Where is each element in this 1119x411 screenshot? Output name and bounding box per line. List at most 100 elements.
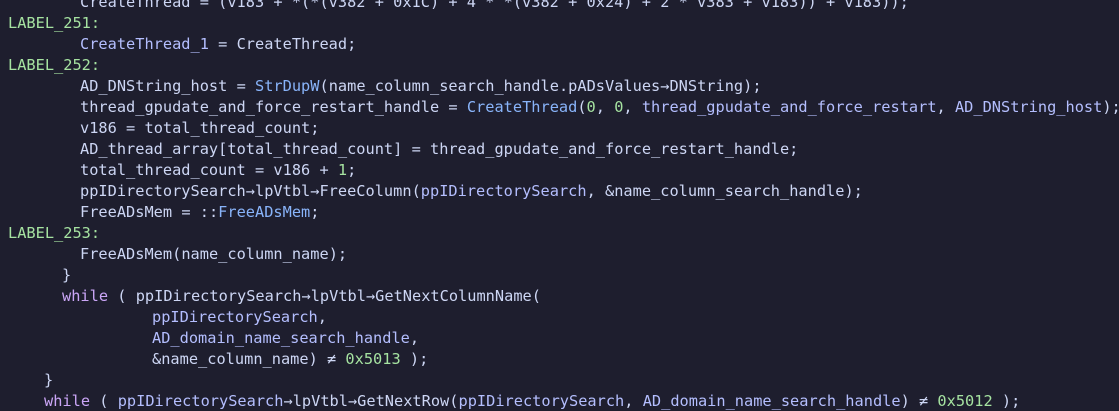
code-token-var: CreateThread_1 — [80, 35, 209, 53]
code-token-kw: while — [62, 287, 109, 305]
code-token-id: total_thread_count — [144, 119, 311, 137]
code-line[interactable]: AD_DNString_host = StrDupW(name_column_s… — [80, 76, 762, 97]
code-token-op: ; — [310, 119, 320, 137]
code-line[interactable]: ppIDirectorySearch, — [152, 307, 327, 328]
code-token-op: , — [624, 392, 643, 410]
code-line[interactable]: while ( ppIDirectorySearch→lpVtbl→GetNex… — [44, 391, 1020, 411]
code-token-var: AD_domain_name_search_handle — [642, 392, 901, 410]
code-token-op: ; — [310, 203, 320, 221]
code-line[interactable]: ppIDirectorySearch→lpVtbl→FreeColumn(ppI… — [80, 181, 863, 202]
code-token-op: →lpVtbl→ — [283, 392, 358, 410]
code-line[interactable]: FreeADsMem(name_column_name); — [80, 244, 347, 265]
code-token-op: ); — [328, 245, 348, 263]
code-token-op: ] = — [393, 140, 430, 158]
code-line[interactable]: CreateThread_1 = CreateThread; — [80, 34, 356, 55]
code-line[interactable]: &name_column_name) ≠ 0x5013 ); — [152, 349, 428, 370]
code-line[interactable]: AD_thread_array[total_thread_count] = th… — [80, 139, 798, 160]
code-token-kw: while — [44, 392, 91, 410]
code-token-op: ); — [844, 182, 863, 200]
code-line[interactable]: FreeADsMem = ::FreeADsMem; — [80, 202, 320, 223]
code-token-op: ; — [789, 140, 799, 158]
code-token-num: 0x5013 — [345, 350, 401, 368]
code-token-var: thread_gpudate_and_force_restart — [641, 98, 937, 116]
code-token-op: , & — [586, 182, 615, 200]
code-token-num: 0 — [586, 98, 596, 116]
code-token-op: = — [227, 77, 255, 95]
code-token-op: .pADsValues→DNString); — [558, 77, 762, 95]
code-token-op: →lpVtbl→ — [301, 287, 376, 305]
code-line[interactable]: } — [44, 370, 53, 391]
code-line[interactable]: LABEL_252: — [8, 55, 100, 76]
code-token-id: v186 — [80, 119, 117, 137]
code-token-op: →lpVtbl→ — [245, 182, 320, 200]
code-token-fn: StrDupW — [255, 77, 320, 95]
code-token-id: FreeADsMem — [80, 203, 173, 221]
code-token-op: = — [245, 161, 274, 179]
code-token-id: GetNextRow — [357, 392, 450, 410]
code-token-op: } — [44, 371, 54, 389]
code-token-op: = :: — [172, 203, 219, 221]
code-token-id: total_thread_count — [227, 140, 394, 158]
code-token-op: ); — [400, 350, 429, 368]
code-token-op: ( — [449, 392, 459, 410]
code-token-id: name_column_search_handle — [328, 77, 559, 95]
code-line[interactable]: while ( ppIDirectorySearch→lpVtbl→GetNex… — [62, 286, 541, 307]
code-token-op: ; — [347, 161, 357, 179]
code-token-id: thread_gpudate_and_force_restart_handle — [80, 98, 440, 116]
code-token-op: ( — [577, 98, 587, 116]
code-token-op: = — [208, 35, 237, 53]
code-token-var: ppIDirectorySearch — [152, 308, 318, 326]
code-token-id: CreateThread — [236, 35, 348, 53]
code-token-fn: FreeADsMem — [218, 203, 311, 221]
code-line[interactable]: LABEL_253: — [8, 223, 100, 244]
code-token-id: AD_thread_array — [80, 140, 219, 158]
code-token-op: ( — [411, 182, 421, 200]
code-token-op: [ — [218, 140, 228, 158]
code-token-op: , — [936, 98, 955, 116]
code-token-op: ) ≠ — [900, 392, 938, 410]
code-token-id: FreeColumn — [319, 182, 412, 200]
code-token-op: , — [409, 329, 420, 347]
code-token-op: ); — [1102, 98, 1119, 116]
code-token-id: total_thread_count — [80, 161, 246, 179]
code-token-op: , — [623, 98, 642, 116]
code-token-op: = — [439, 98, 467, 116]
code-token-id: name_column_search_handle — [614, 182, 845, 200]
code-token-label: LABEL_251: — [8, 14, 101, 32]
code-line[interactable]: v186 = total_thread_count; — [80, 118, 319, 139]
code-line[interactable]: } — [62, 265, 71, 286]
code-token-num: 1 — [337, 161, 348, 179]
code-token-label: LABEL_252: — [8, 56, 101, 74]
code-token-id: name_column_name — [161, 350, 309, 368]
code-token-var: ppIDirectorySearch — [458, 392, 625, 410]
code-token-num: 0x5012 — [937, 392, 993, 410]
code-token-op: ( — [108, 287, 136, 305]
code-token-op: & — [152, 350, 162, 368]
code-line[interactable]: CreateThread = (v183 + *(*(v382 + 0x1C) … — [80, 0, 909, 13]
code-token-id: GetNextColumnName — [375, 287, 532, 305]
code-token-id: thread_gpudate_and_force_restart_handle — [430, 140, 790, 158]
code-token-op: } — [62, 266, 72, 284]
code-token-var: ppIDirectorySearch — [420, 182, 587, 200]
code-line[interactable]: LABEL_251: — [8, 13, 100, 34]
code-token-id: ppIDirectorySearch — [80, 182, 246, 200]
code-token-op: ( — [319, 77, 329, 95]
code-token-op: + — [310, 161, 338, 179]
code-line[interactable]: AD_domain_name_search_handle, — [152, 328, 419, 349]
decompiler-code-view[interactable]: CreateThread = (v183 + *(*(v382 + 0x1C) … — [0, 0, 1119, 411]
code-token-fn: CreateThread — [466, 98, 578, 116]
code-token-var: ppIDirectorySearch — [117, 392, 284, 410]
code-token-op: ; — [347, 35, 357, 53]
code-token-op: ( — [172, 245, 182, 263]
code-line[interactable]: total_thread_count = v186 + 1; — [80, 160, 356, 181]
code-token-id: ppIDirectorySearch — [135, 287, 302, 305]
code-token-op: ( — [90, 392, 118, 410]
code-token-op: , — [317, 308, 327, 326]
code-token-id: FreeADsMem — [80, 245, 173, 263]
code-token-op: = — [116, 119, 145, 137]
code-line[interactable]: thread_gpudate_and_force_restart_handle … — [80, 97, 1119, 118]
code-token-id: CreateThread = (v183 + *(*(v382 + 0x1C) … — [80, 0, 909, 11]
code-token-var: AD_domain_name_search_handle — [152, 329, 410, 347]
code-token-id: v186 — [273, 161, 311, 179]
code-token-id: name_column_name — [181, 245, 329, 263]
